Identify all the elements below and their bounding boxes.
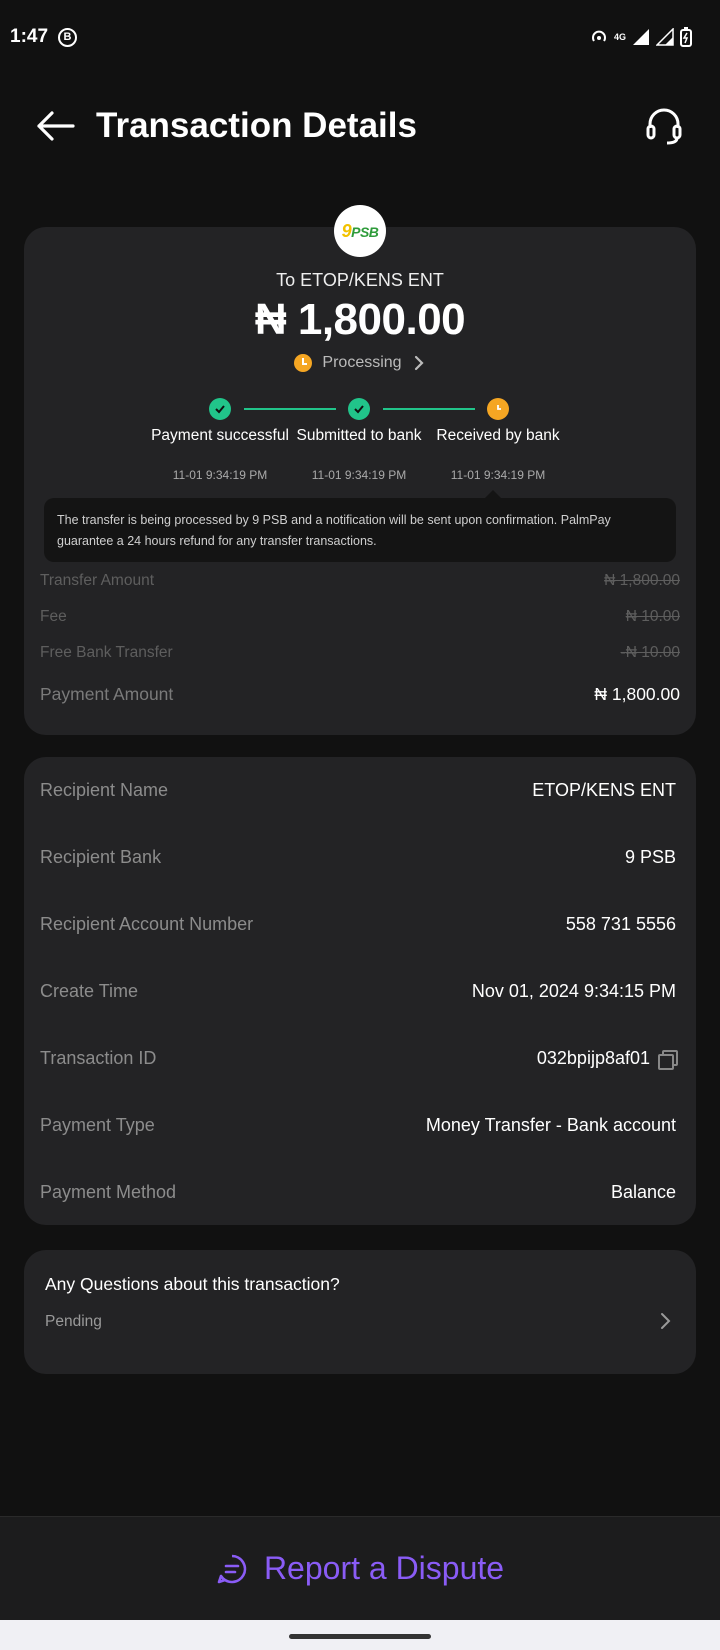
transaction-id-value[interactable]: 032bpijp8af01 — [536, 1048, 678, 1070]
header: Transaction Details — [0, 90, 720, 162]
recipient-bank-label: Recipient Bank — [40, 847, 162, 867]
recipient-name-row: Recipient Name ETOP/KENS ENT — [40, 780, 676, 801]
create-time-value: Nov 01, 2024 9:34:15 PM — [471, 981, 676, 1001]
payment-method-row: Payment Method Balance — [40, 1182, 676, 1203]
recipient-line: To ETOP/KENS ENT — [276, 270, 444, 290]
create-time-label: Create Time — [40, 981, 139, 1001]
report-dispute-label: Report a Dispute — [263, 1550, 505, 1586]
step-connector-1 — [244, 408, 336, 410]
transaction-id-row: Transaction ID 032bpijp8af01 — [40, 1048, 678, 1070]
bank-logo: 9PSB — [334, 205, 386, 257]
processing-notice: The transfer is being processed by 9 PSB… — [44, 490, 676, 562]
step-2-check-icon — [348, 398, 370, 420]
status-icons: 4G — [590, 27, 692, 47]
free-transfer-label: Free Bank Transfer — [40, 644, 173, 661]
fee-label: Fee — [40, 608, 67, 625]
payment-type-value: Money Transfer - Bank account — [425, 1115, 676, 1135]
transfer-amount-label: Transfer Amount — [40, 572, 155, 589]
b-app-icon: B — [58, 27, 78, 47]
step-3-label: Received by bank — [436, 427, 560, 444]
step-3-time: 11-01 9:34:19 PM — [450, 468, 546, 482]
step-connector-2 — [383, 408, 475, 410]
step-2-label: Submitted to bank — [296, 427, 422, 444]
transaction-id-text: 032bpijp8af01 — [536, 1048, 650, 1068]
signal-2-icon — [656, 28, 674, 46]
payment-method-label: Payment Method — [40, 1182, 177, 1202]
signal-icon — [633, 29, 649, 45]
report-dispute-button[interactable]: Report a Dispute — [0, 1516, 720, 1620]
questions-card[interactable] — [24, 1250, 696, 1374]
support-button[interactable] — [642, 104, 686, 148]
account-number-value: 558 731 5556 — [565, 914, 676, 934]
status-time: 1:47 — [10, 26, 49, 47]
recipient-bank-row: Recipient Bank 9 PSB — [40, 847, 676, 868]
recipient-name-value: ETOP/KENS ENT — [532, 780, 676, 800]
logo-psb: PSB — [351, 223, 379, 240]
account-number-row: Recipient Account Number 558 731 5556 — [40, 914, 676, 935]
step-2-time: 11-01 9:34:19 PM — [311, 468, 407, 482]
free-transfer-value: -₦ 10.00 — [620, 644, 680, 661]
questions-title: Any Questions about this transaction? — [45, 1274, 340, 1294]
status-bar: 1:47 B 4G — [0, 0, 720, 74]
payment-method-value: Balance — [610, 1182, 676, 1202]
recipient-bank-value: 9 PSB — [624, 847, 676, 867]
status-left: 1:47 B — [10, 26, 78, 48]
battery-icon — [680, 27, 692, 47]
back-button[interactable] — [34, 104, 78, 148]
free-transfer-row: Free Bank Transfer -₦ 10.00 — [40, 644, 680, 662]
payment-amount-row: Payment Amount ₦ 1,800.00 — [40, 684, 680, 705]
headset-icon — [646, 108, 682, 145]
step-1-time: 11-01 9:34:19 PM — [172, 468, 268, 482]
step-1-check-icon — [209, 398, 231, 420]
status-processing[interactable]: Processing — [0, 354, 720, 372]
arrow-left-icon — [37, 111, 75, 141]
step-3-clock-icon — [487, 398, 509, 420]
network-type-icon: 4G — [613, 32, 626, 42]
fee-value: ₦ 10.00 — [625, 608, 680, 625]
transaction-id-label: Transaction ID — [40, 1048, 157, 1068]
account-number-label: Recipient Account Number — [40, 914, 254, 934]
progress-steps: Payment successful Submitted to bank Rec… — [0, 398, 720, 488]
payment-amount-label: Payment Amount — [40, 684, 174, 704]
copy-icon[interactable] — [658, 1049, 678, 1070]
home-handle[interactable] — [289, 1634, 431, 1639]
payment-type-label: Payment Type — [40, 1115, 155, 1135]
fee-row: Fee ₦ 10.00 — [40, 608, 680, 626]
transfer-amount-value: ₦ 1,800.00 — [604, 572, 680, 589]
logo-nine: 9 — [341, 220, 352, 241]
clock-icon — [294, 354, 313, 372]
step-1-label: Payment successful — [151, 427, 289, 444]
chat-icon — [217, 1554, 247, 1583]
chevron-right-icon — [414, 355, 424, 371]
status-text: Processing — [322, 354, 402, 371]
payment-amount-value: ₦ 1,800.00 — [594, 684, 680, 704]
payment-type-row: Payment Type Money Transfer - Bank accou… — [40, 1115, 676, 1136]
transaction-amount: ₦ 1,800.00 — [254, 295, 466, 344]
hotspot-icon — [592, 30, 606, 42]
recipient-name-label: Recipient Name — [40, 780, 169, 800]
questions-status: Pending — [45, 1313, 102, 1330]
chevron-right-icon[interactable] — [654, 1310, 676, 1332]
create-time-row: Create Time Nov 01, 2024 9:34:15 PM — [40, 981, 676, 1002]
transfer-amount-row: Transfer Amount ₦ 1,800.00 — [40, 572, 680, 590]
page-title: Transaction Details — [96, 106, 417, 145]
